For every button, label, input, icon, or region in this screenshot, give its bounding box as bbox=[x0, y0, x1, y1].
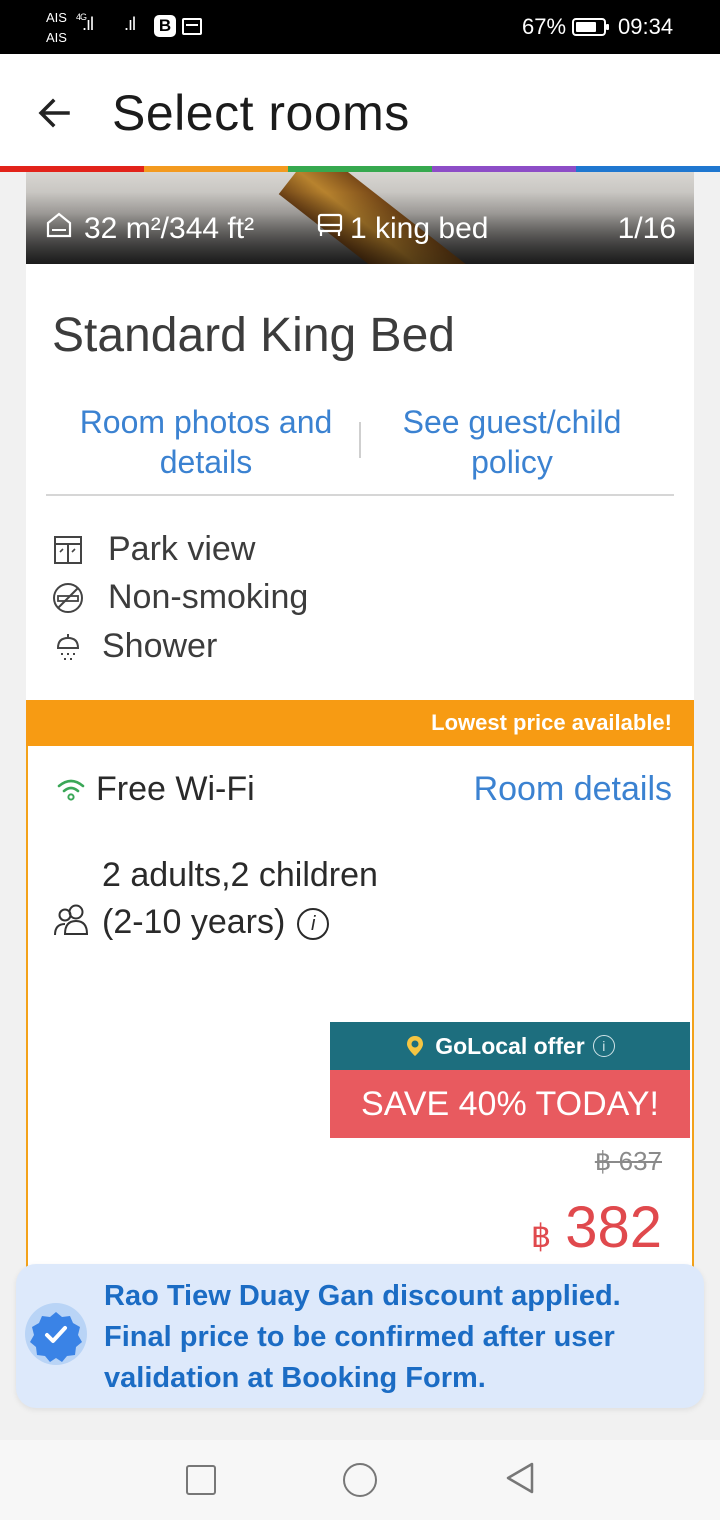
link-divider bbox=[359, 422, 361, 458]
arrow-left-icon bbox=[38, 98, 70, 128]
toast-message: Rao Tiew Duay Gan discount applied. Fina… bbox=[104, 1280, 621, 1394]
room-size-icon bbox=[46, 212, 72, 238]
feature-shower: Shower bbox=[50, 627, 217, 666]
golocal-label: GoLocal offer bbox=[435, 1032, 585, 1059]
room-card: 32 m²/344 ft² 1 king bed 1/16 Standard K… bbox=[26, 172, 694, 1280]
room-details-link[interactable]: Room details bbox=[474, 770, 672, 809]
signal-icon: 4G .ıl bbox=[76, 12, 94, 34]
page-title: Select rooms bbox=[112, 85, 410, 141]
wifi-icon bbox=[57, 779, 85, 801]
feature-label: Shower bbox=[102, 627, 218, 665]
feature-label: Non-smoking bbox=[108, 578, 309, 616]
carrier-1: AIS bbox=[46, 10, 67, 25]
signal-icon-2: .ıl bbox=[124, 14, 136, 34]
guest-policy-link[interactable]: See guest/child policy bbox=[362, 402, 662, 482]
free-wifi: Free Wi-Fi bbox=[56, 770, 255, 809]
wifi-label: Free Wi-Fi bbox=[96, 770, 255, 808]
back-button[interactable] bbox=[32, 90, 78, 136]
network-type: 4G bbox=[76, 12, 87, 22]
room-name: Standard King Bed bbox=[52, 309, 455, 362]
guests-icon bbox=[54, 904, 89, 936]
system-back-button[interactable] bbox=[504, 1460, 536, 1496]
status-bar: AIS AIS 4G .ıl .ıl B 67% 09:34 bbox=[0, 0, 720, 54]
carrier-2: AIS bbox=[46, 30, 67, 45]
feature-non-smoking: Non-smoking bbox=[50, 578, 308, 617]
bed-icon bbox=[317, 213, 343, 236]
discount-toast: Rao Tiew Duay Gan discount applied. Fina… bbox=[16, 1264, 704, 1408]
window-view-icon bbox=[50, 532, 86, 568]
room-size: 32 m²/344 ft² bbox=[84, 212, 255, 245]
verified-badge-icon bbox=[25, 1303, 87, 1365]
feature-park-view: Park view bbox=[50, 530, 255, 569]
feature-label: Park view bbox=[108, 530, 256, 568]
info-icon[interactable]: i bbox=[297, 908, 330, 941]
shower-icon bbox=[50, 629, 86, 665]
photo-counter: 1/16 bbox=[617, 212, 676, 245]
bed-type: 1 king bed bbox=[350, 212, 489, 245]
carrier-labels: AIS AIS bbox=[46, 8, 67, 48]
b-app-icon: B bbox=[154, 15, 176, 37]
original-price: ฿ 637 bbox=[594, 1146, 662, 1176]
battery-icon bbox=[572, 18, 609, 36]
no-smoking-icon bbox=[50, 580, 86, 616]
battery-percent: 67% bbox=[522, 14, 567, 39]
room-photo[interactable]: 32 m²/344 ft² 1 king bed 1/16 bbox=[26, 172, 694, 264]
occupancy-text: 2 adults,2 children (2-10 years) bbox=[102, 856, 378, 941]
system-nav-bar bbox=[0, 1440, 720, 1520]
calendar-icon bbox=[182, 18, 202, 35]
location-pin-icon bbox=[407, 1036, 424, 1056]
currency-symbol: ฿ bbox=[530, 1218, 552, 1254]
section-divider bbox=[46, 494, 674, 496]
home-button[interactable] bbox=[343, 1463, 377, 1497]
golocal-offer-badge: GoLocal offer i bbox=[330, 1022, 690, 1070]
recent-apps-button[interactable] bbox=[186, 1465, 216, 1495]
occupancy: 2 adults,2 children (2-10 years) i bbox=[102, 852, 402, 946]
room-photos-link[interactable]: Room photos and details bbox=[56, 402, 356, 482]
discounted-price: ฿ 382 bbox=[531, 1194, 662, 1261]
lowest-price-banner: Lowest price available! bbox=[26, 700, 694, 746]
app-header: Select rooms bbox=[0, 54, 720, 166]
clock: 09:34 bbox=[618, 14, 674, 39]
info-icon[interactable]: i bbox=[592, 1035, 615, 1057]
price-amount: 382 bbox=[565, 1195, 662, 1260]
save-banner: SAVE 40% TODAY! bbox=[330, 1070, 690, 1138]
